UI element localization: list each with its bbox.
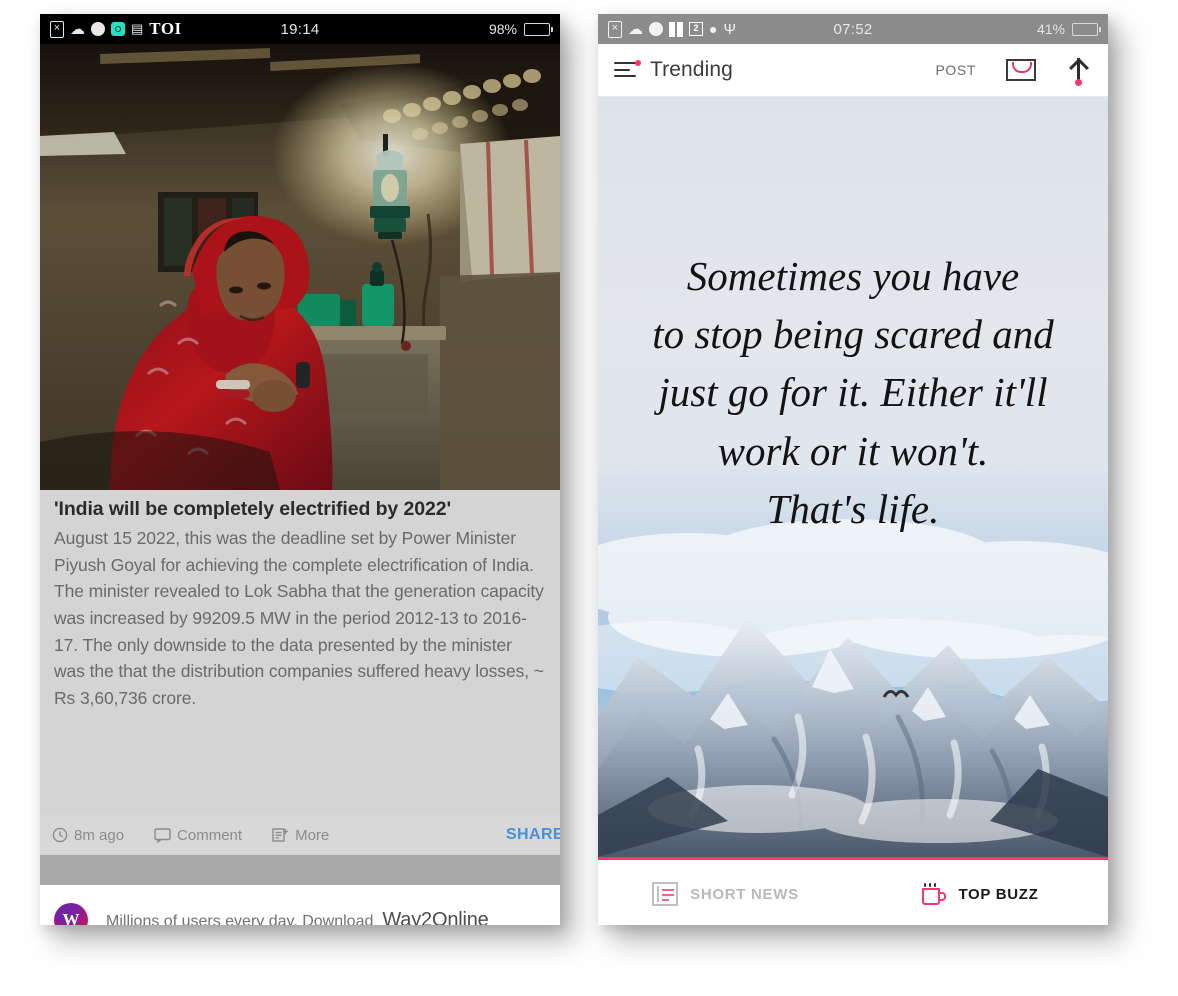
wifi-icon: ☁ (628, 20, 643, 38)
article-body: August 15 2022, this was the deadline se… (54, 528, 544, 708)
quote-text: Sometimes you have to stop being scared … (598, 247, 1108, 538)
article-headline: 'India will be completely electrified by… (54, 498, 451, 520)
carrier-label: TOI (149, 19, 182, 38)
ad-banner[interactable]: W Millions of users every day. Download … (40, 885, 560, 925)
more-label: More (295, 826, 330, 844)
books-icon (669, 21, 683, 37)
more-icon (272, 828, 289, 842)
coffee-cup-icon (922, 883, 947, 905)
usb-icon: Ψ (723, 20, 737, 38)
status-battery-group: 98% (488, 21, 553, 37)
envelope-icon[interactable] (1006, 59, 1036, 81)
quote-line-1: Sometimes you have (686, 253, 1020, 299)
buzz-quote-card[interactable]: Sometimes you have to stop being scared … (598, 97, 1108, 857)
app-bar: Trending POST (598, 44, 1108, 97)
sim-missing-icon (608, 20, 622, 38)
status-bar: ☁ ● Ψ 07:52 41% (598, 14, 1108, 44)
hamburger-menu-icon[interactable] (614, 60, 641, 78)
android-icon: ● (709, 21, 718, 37)
comment-icon (154, 827, 171, 843)
left-phone-screenshot: ☁ ▤ TOI 19:14 98% 'India will be complet… (40, 14, 560, 925)
status-battery-group: 41% (1036, 21, 1101, 37)
tab-top-buzz-label: TOP BUZZ (958, 885, 1039, 903)
post-button[interactable]: POST (935, 62, 976, 78)
app-bar-actions: POST (935, 56, 1092, 86)
quote-line-3: just go for it. Either it'll (658, 369, 1048, 416)
timestamp-label: 8m ago (74, 826, 125, 844)
square-2-icon (689, 22, 703, 36)
wifi-icon: ☁ (70, 20, 85, 38)
divider-band (40, 855, 560, 885)
battery-percent-label: 41% (1036, 21, 1065, 37)
globe-icon (91, 22, 105, 36)
quote-line-5: That's life. (766, 485, 940, 532)
battery-percent-label: 98% (488, 21, 517, 37)
globe-icon (649, 22, 663, 36)
battery-charging-icon (1072, 22, 1101, 36)
app-bar-title: Trending (650, 58, 733, 81)
bottom-tab-bar: SHORT NEWS TOP BUZZ (598, 860, 1108, 925)
way2online-logo-icon: W (54, 903, 88, 925)
clock-icon (52, 827, 68, 843)
tab-top-buzz[interactable]: TOP BUZZ (853, 883, 1108, 905)
comment-label: Comment (177, 826, 243, 844)
article-photo (40, 44, 560, 490)
right-phone-screenshot: ☁ ● Ψ 07:52 41% Trending POST (598, 14, 1108, 925)
sim-missing-icon (50, 20, 64, 38)
article-action-bar: 8m ago Comment More SHARE (40, 815, 560, 855)
share-button[interactable]: SHARE (506, 826, 560, 844)
ad-text-group: Millions of users every day. Download Wa… (106, 909, 489, 926)
screencast-icon (111, 22, 125, 36)
up-arrow-icon[interactable] (1066, 56, 1092, 86)
tab-short-news-label: SHORT NEWS (690, 885, 799, 903)
timestamp: 8m ago (52, 827, 124, 844)
app-icon: ▤ (131, 21, 144, 36)
quote-line-2: to stop being scared and (652, 311, 1054, 358)
battery-icon (524, 22, 553, 36)
status-bar-icons: ☁ ▤ TOI (50, 19, 182, 39)
status-bar: ☁ ▤ TOI 19:14 98% (40, 14, 560, 44)
ad-message: Millions of users every day. Download (106, 912, 374, 926)
article-text-block: 'India will be completely electrified by… (40, 490, 560, 815)
more-button[interactable]: More (272, 827, 329, 844)
short-news-icon (652, 882, 679, 906)
quote-line-4: work or it won't. (717, 427, 989, 474)
tab-short-news[interactable]: SHORT NEWS (598, 882, 853, 906)
status-bar-icons: ☁ ● Ψ (608, 20, 737, 38)
comment-button[interactable]: Comment (154, 827, 242, 844)
ad-brand-label: Way2Online (382, 908, 489, 926)
